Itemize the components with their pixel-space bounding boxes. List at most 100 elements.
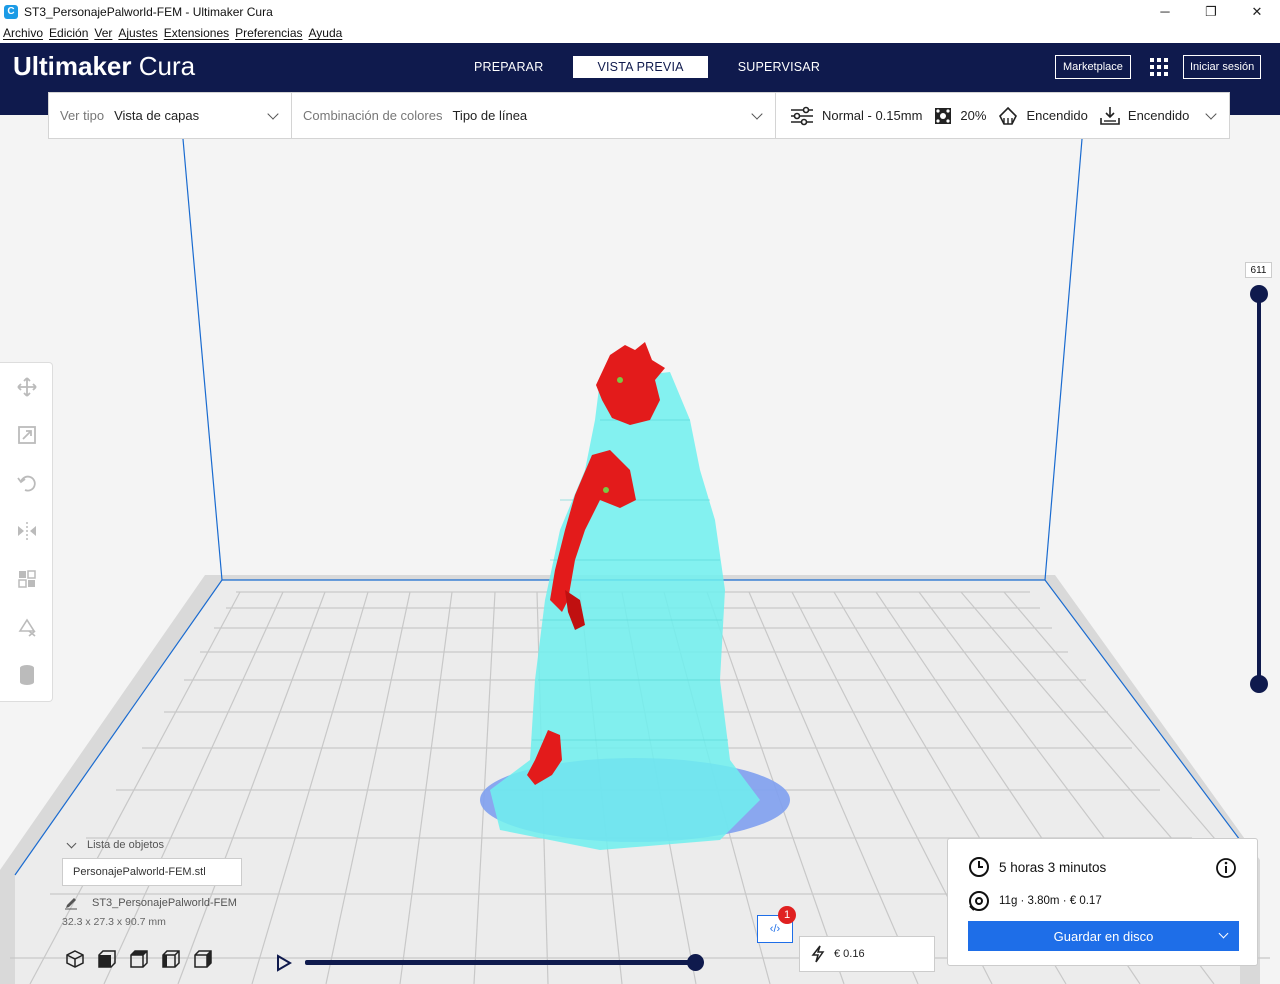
view-front-button[interactable]: [96, 948, 118, 970]
layer-slider-bottom-handle[interactable]: [1250, 675, 1268, 693]
sliders-icon: [791, 106, 813, 125]
cylinder-tool-button[interactable]: [0, 651, 53, 699]
cura-app-icon: C: [4, 4, 18, 19]
tab-vista-previa[interactable]: VISTA PREVIA: [573, 56, 708, 78]
menu-preferencias[interactable]: Preferencias: [235, 26, 302, 40]
object-list-title: Lista de objetos: [87, 839, 165, 851]
print-info-panel: 5 horas 3 minutos 11g · 3.80m · € 0.17 G…: [947, 838, 1258, 966]
object-dimensions: 32.3 x 27.3 x 90.7 mm: [62, 916, 166, 928]
chevron-down-icon: [751, 108, 763, 120]
cost-estimate: € 0.16: [799, 936, 935, 972]
camera-view-buttons: [64, 948, 214, 970]
view-type-value: Vista de capas: [114, 108, 200, 123]
rotate-icon: [16, 475, 36, 492]
maximize-button[interactable]: ❐: [1188, 0, 1234, 23]
support-blocker-icon: [18, 618, 36, 637]
cube-right-icon: [194, 950, 212, 968]
view-left-button[interactable]: [160, 948, 182, 970]
chevron-down-icon: [66, 838, 77, 848]
window-controls: ─ ❐ ✕: [1142, 0, 1280, 23]
cube-left-icon: [162, 950, 180, 968]
layer-slider-track[interactable]: [1257, 292, 1261, 684]
layer-slider-top-handle[interactable]: [1250, 285, 1268, 303]
window-titlebar: C ST3_PersonajePalworld-FEM - Ultimaker …: [0, 0, 1280, 23]
job-name: ST3_PersonajePalworld-FEM: [92, 897, 237, 909]
scale-tool-button[interactable]: [0, 411, 53, 459]
login-button[interactable]: Iniciar sesión: [1183, 55, 1262, 79]
cube-top-icon: [130, 950, 148, 968]
spool-icon: [969, 891, 989, 911]
infill-value: 20%: [960, 108, 987, 123]
save-button-label: Guardar en disco: [1053, 928, 1154, 944]
simulation-play-button[interactable]: [276, 954, 292, 977]
color-scheme-value: Tipo de línea: [452, 108, 528, 123]
brand-logo: Ultimaker Cura: [13, 51, 196, 81]
menu-ajustes[interactable]: Ajustes: [118, 26, 157, 40]
cube-front-icon: [98, 950, 116, 968]
stage-tabs: PREPARAR VISTA PREVIA SUPERVISAR: [450, 56, 844, 78]
material-row: 11g · 3.80m · € 0.17: [968, 890, 1102, 912]
cube-3d-icon: [66, 950, 84, 968]
menu-extensiones[interactable]: Extensiones: [164, 26, 229, 40]
info-icon[interactable]: [1215, 857, 1237, 884]
move-icon: [16, 377, 37, 397]
save-to-disk-button[interactable]: Guardar en disco: [968, 921, 1239, 951]
clock-icon: [969, 857, 989, 877]
scale-icon: [17, 426, 36, 444]
chevron-down-icon: [267, 108, 279, 120]
view-type-dropdown[interactable]: Ver tipo Vista de capas: [49, 93, 292, 138]
object-list-toggle[interactable]: Lista de objetos: [62, 836, 242, 854]
infill-icon: [935, 107, 952, 124]
layer-number-label: 611: [1245, 262, 1272, 278]
simulation-slider-handle[interactable]: [687, 954, 704, 971]
chevron-down-icon[interactable]: [1218, 928, 1229, 939]
mirror-tool-button[interactable]: [0, 507, 53, 555]
apps-grid-icon[interactable]: [1150, 58, 1168, 76]
print-time: 5 horas 3 minutos: [999, 859, 1107, 875]
support-value: Encendido: [1026, 108, 1088, 123]
close-button[interactable]: ✕: [1234, 0, 1280, 23]
mirror-icon: [17, 522, 36, 540]
view-right-button[interactable]: [192, 948, 214, 970]
marketplace-button[interactable]: Marketplace: [1055, 55, 1131, 79]
profile-value: Normal - 0.15mm: [822, 108, 923, 123]
print-settings-selector[interactable]: Normal - 0.15mm 20% Encendido Encendido: [776, 93, 1229, 138]
support-icon: [999, 106, 1018, 125]
view-3d-button[interactable]: [64, 948, 86, 970]
minimize-button[interactable]: ─: [1142, 0, 1188, 23]
print-time-row: 5 horas 3 minutos: [968, 856, 1106, 878]
menu-archivo[interactable]: Archivo: [3, 26, 43, 40]
play-icon: [277, 954, 292, 972]
cost-value: € 0.16: [834, 948, 865, 960]
color-scheme-label: Combinación de colores: [303, 108, 443, 123]
adhesion-icon: [1100, 106, 1120, 125]
color-scheme-dropdown[interactable]: Combinación de colores Tipo de línea: [292, 93, 776, 138]
tab-preparar[interactable]: PREPARAR: [450, 56, 567, 78]
menu-ver[interactable]: Ver: [94, 26, 112, 40]
notification-badge: 1: [778, 906, 796, 924]
view-top-button[interactable]: [128, 948, 150, 970]
tool-panel: [0, 362, 53, 702]
chevron-down-icon: [1205, 108, 1217, 120]
menu-edicion[interactable]: Edición: [49, 26, 88, 40]
simulation-slider-track[interactable]: [305, 960, 697, 965]
adhesion-value: Encendido: [1127, 108, 1190, 123]
move-tool-button[interactable]: [0, 363, 53, 411]
rotate-tool-button[interactable]: [0, 459, 53, 507]
preview-toolbar: Ver tipo Vista de capas Combinación de c…: [48, 92, 1230, 139]
per-model-settings-button[interactable]: [0, 555, 53, 603]
tab-supervisar[interactable]: SUPERVISAR: [714, 56, 844, 78]
per-model-settings-icon: [17, 570, 36, 588]
menu-bar: Archivo Edición Ver Ajustes Extensiones …: [0, 23, 1280, 43]
window-title: ST3_PersonajePalworld-FEM - Ultimaker Cu…: [24, 4, 273, 19]
material-usage: 11g · 3.80m · € 0.17: [999, 895, 1102, 907]
object-list-item[interactable]: PersonajePalworld-FEM.stl: [62, 858, 242, 886]
object-list-panel: Lista de objetos PersonajePalworld-FEM.s…: [62, 836, 242, 928]
lightning-icon: [811, 945, 825, 963]
view-type-label: Ver tipo: [60, 108, 105, 123]
menu-ayuda[interactable]: Ayuda: [309, 26, 343, 40]
pencil-icon: [65, 898, 77, 910]
cylinder-icon: [19, 665, 34, 685]
support-blocker-button[interactable]: [0, 603, 53, 651]
job-name-row[interactable]: ST3_PersonajePalworld-FEM: [62, 896, 242, 910]
